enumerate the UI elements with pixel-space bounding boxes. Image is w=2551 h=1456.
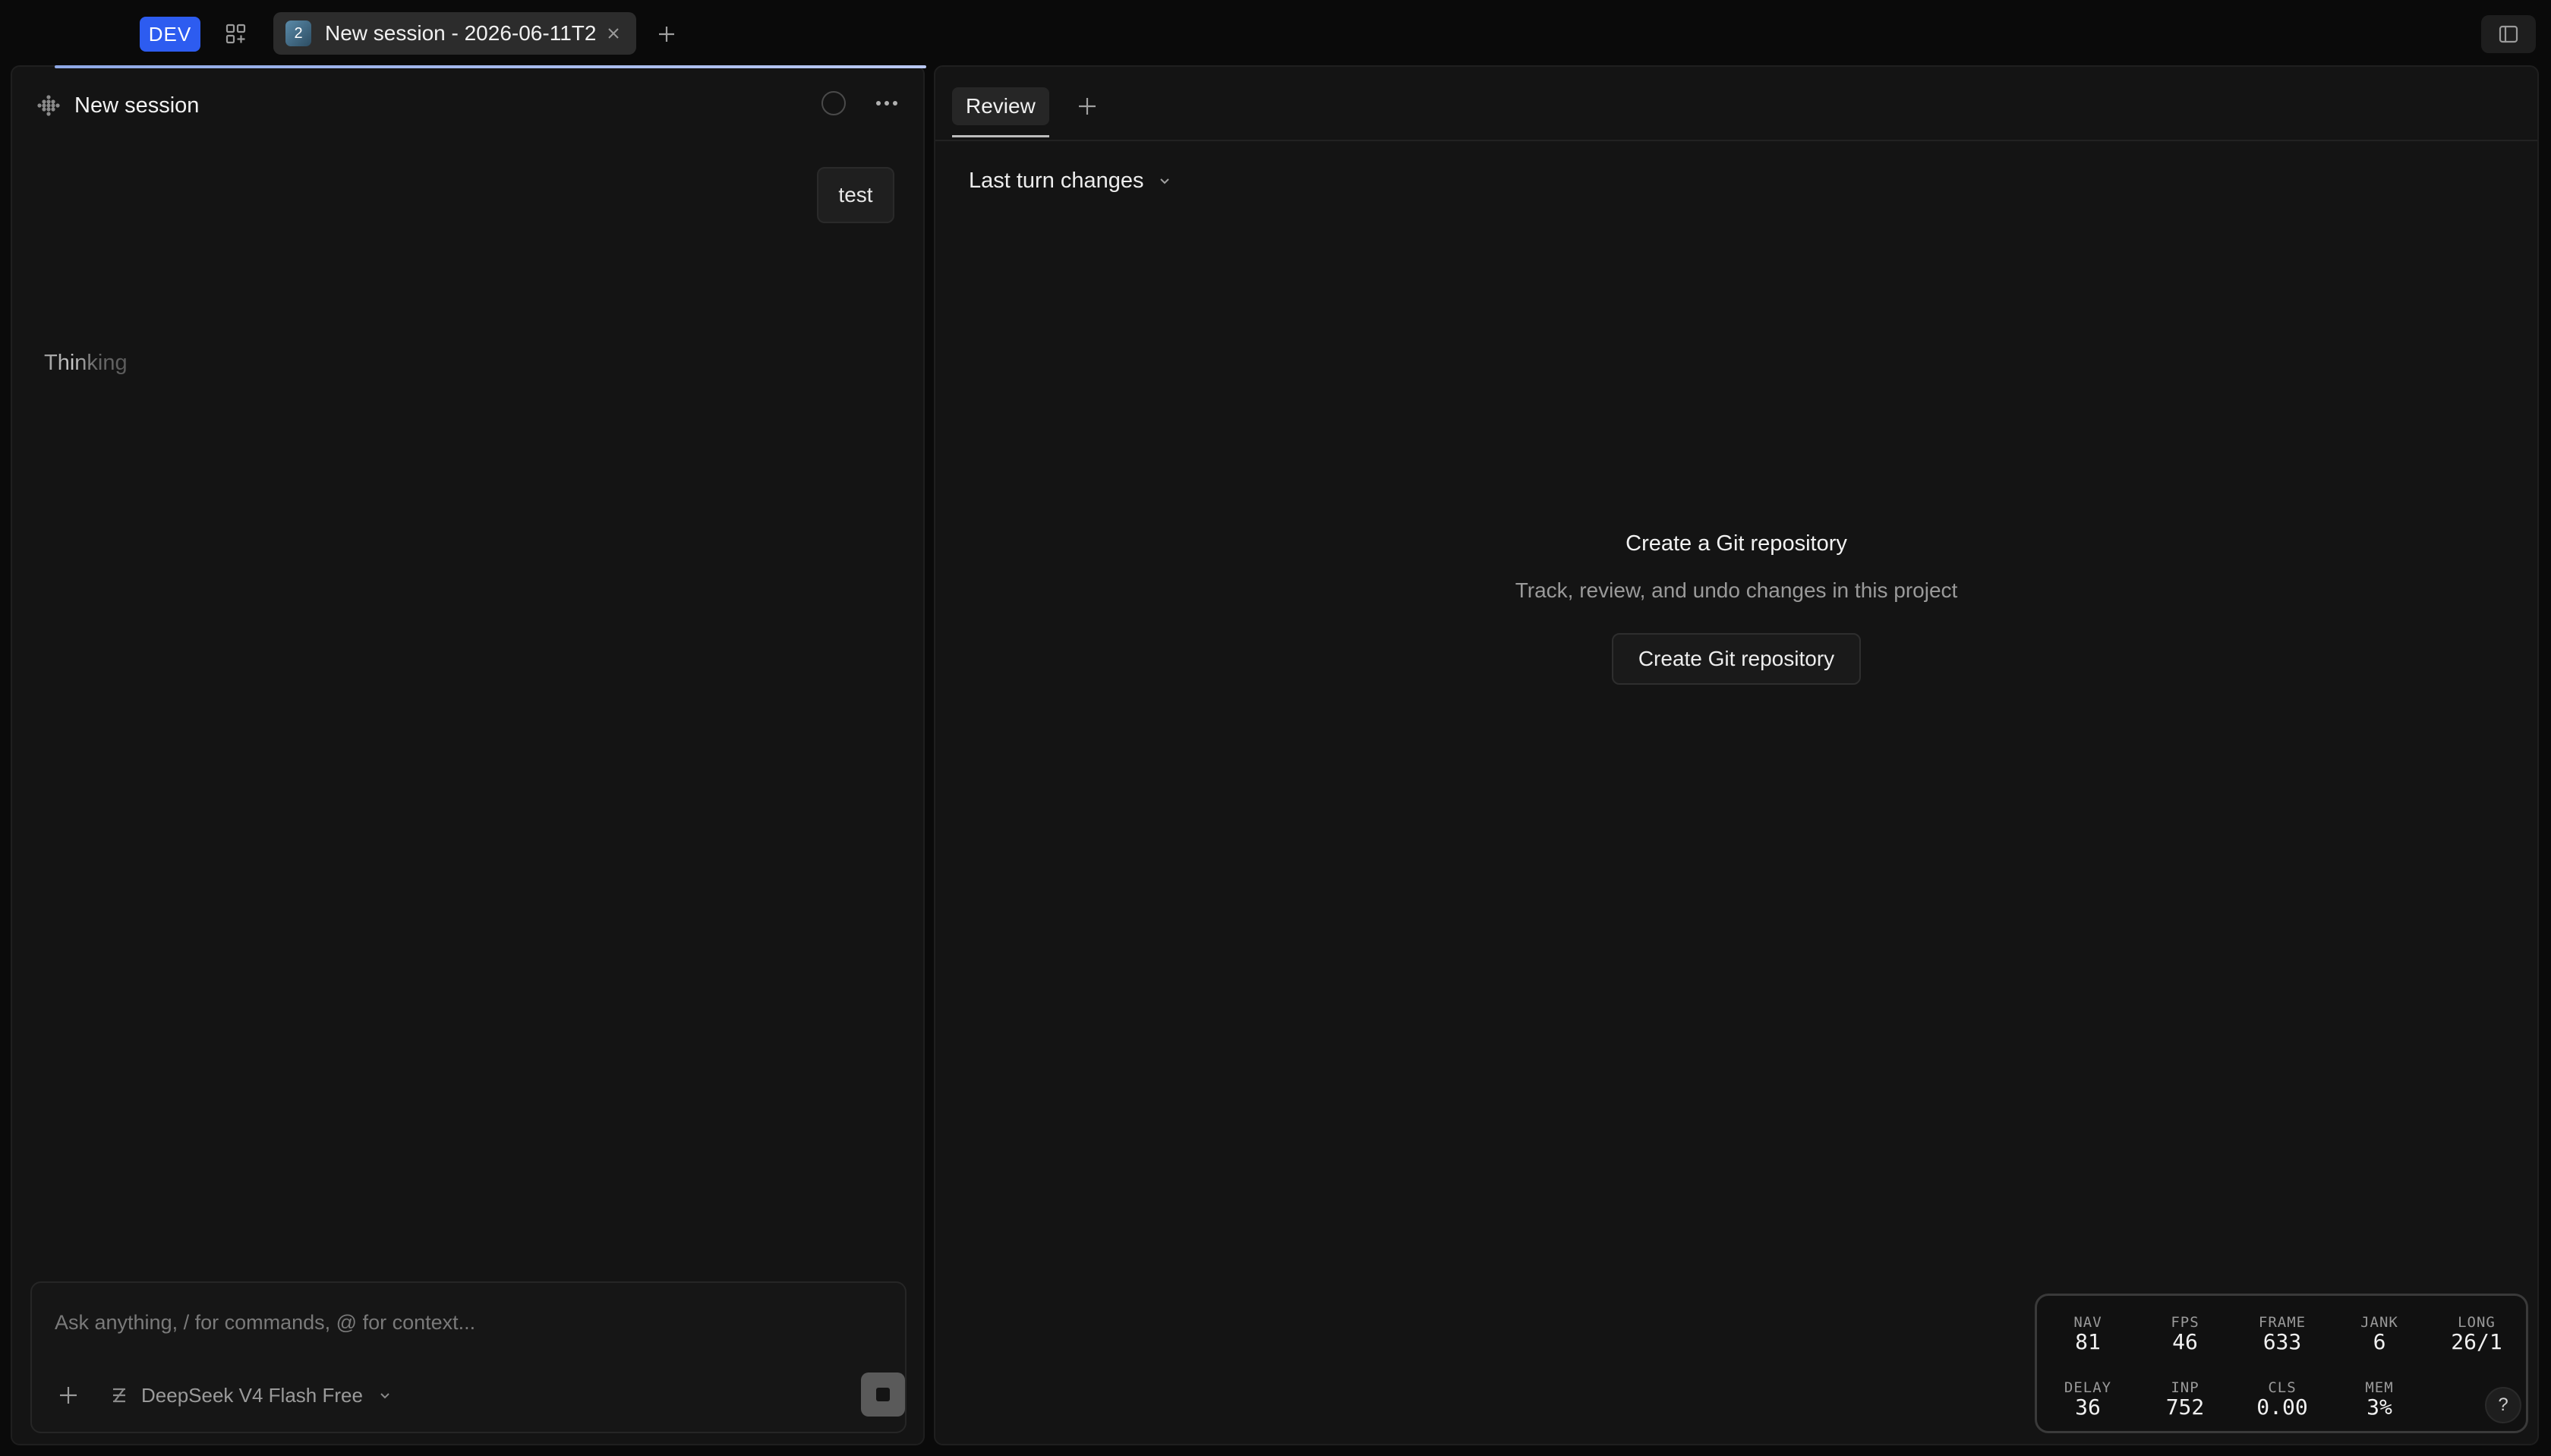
empty-state-description: Track, review, and undo changes in this …: [1515, 578, 1958, 602]
session-tab[interactable]: 2 New session - 2026-06-11T2: [273, 12, 636, 55]
sidebar-toggle-icon: [2499, 25, 2518, 43]
tab-label: New session - 2026-06-11T2: [325, 21, 595, 45]
perf-value: 3%: [2367, 1395, 2392, 1420]
help-button[interactable]: ?: [2485, 1387, 2521, 1423]
sidebar-toggle-button[interactable]: [2481, 15, 2536, 53]
review-panel: Review Last turn changes Create a Git re…: [934, 65, 2539, 1445]
empty-state: Create a Git repository Track, review, a…: [935, 527, 2537, 685]
top-bar: DEV 2 New session - 2026-06-11T2: [0, 0, 2551, 65]
tab-avatar: 2: [285, 20, 311, 46]
tab-close-button[interactable]: [603, 23, 624, 44]
loading-progress-bar: [55, 65, 926, 68]
stop-button[interactable]: [861, 1372, 905, 1417]
add-tab-button[interactable]: [1072, 91, 1102, 121]
perf-fps: FPS 46: [2143, 1314, 2227, 1354]
changes-selector[interactable]: Last turn changes: [969, 164, 1171, 197]
perf-value: 81: [2075, 1329, 2101, 1354]
perf-key: LONG: [2458, 1314, 2496, 1331]
review-tabs: Review: [952, 84, 1102, 129]
changes-selector-label: Last turn changes: [969, 168, 1144, 193]
tab-review[interactable]: Review: [952, 87, 1049, 125]
session-title: New session: [74, 93, 200, 118]
thinking-indicator: Thinking: [44, 351, 128, 375]
model-logo-icon: [108, 1384, 131, 1407]
env-badge: DEV: [140, 17, 200, 52]
more-options-button[interactable]: [870, 90, 903, 117]
model-selector[interactable]: DeepSeek V4 Flash Free: [108, 1380, 392, 1410]
stop-icon: [876, 1388, 890, 1401]
perf-key: JANK: [2360, 1314, 2398, 1331]
perf-delay: DELAY 36: [2046, 1379, 2130, 1419]
new-tab-button[interactable]: [651, 17, 682, 52]
plus-icon: [1078, 98, 1096, 115]
perf-key: NAV: [2073, 1314, 2102, 1331]
perf-key: CLS: [2268, 1379, 2297, 1396]
composer: DeepSeek V4 Flash Free: [30, 1281, 907, 1433]
close-icon: [608, 28, 619, 39]
attach-button[interactable]: [53, 1380, 84, 1410]
perf-value: 26/1: [2451, 1329, 2502, 1354]
perf-value: 36: [2075, 1395, 2101, 1420]
perf-value: 6: [2373, 1329, 2386, 1354]
chat-panel: New session test Thinking DeepSeek V4 Fl…: [11, 65, 926, 1445]
perf-key: FPS: [2171, 1314, 2199, 1331]
apps-add-icon: [225, 24, 246, 44]
perf-frame: FRAME 633: [2240, 1314, 2324, 1354]
model-label: DeepSeek V4 Flash Free: [141, 1383, 363, 1407]
tabs-divider: [935, 140, 2537, 141]
perf-overlay: NAV 81 FPS 46 FRAME 633 JANK 6 LONG 26/1…: [2035, 1294, 2528, 1433]
empty-state-title: Create a Git repository: [1626, 531, 1847, 556]
perf-value: 0.00: [2256, 1395, 2308, 1420]
prompt-input[interactable]: [55, 1307, 814, 1338]
more-horizontal-icon: [876, 101, 897, 106]
status-circle-icon[interactable]: [821, 91, 846, 115]
perf-long: LONG 26/1: [2435, 1314, 2518, 1354]
user-message-bubble: test: [817, 167, 894, 223]
chevron-down-icon: [1159, 178, 1169, 184]
perf-key: DELAY: [2064, 1379, 2112, 1396]
perf-nav: NAV 81: [2046, 1314, 2130, 1354]
perf-cls: CLS 0.00: [2240, 1379, 2324, 1419]
perf-inp: INP 752: [2143, 1379, 2227, 1419]
apps-button[interactable]: [219, 17, 254, 52]
active-tab-underline: [952, 135, 1049, 137]
perf-key: FRAME: [2258, 1314, 2307, 1331]
session-icon: [35, 92, 62, 119]
create-git-repository-button[interactable]: Create Git repository: [1612, 633, 1861, 685]
session-dots-icon: [37, 95, 60, 116]
perf-value: 633: [2262, 1329, 2302, 1354]
plus-icon: [659, 27, 674, 42]
perf-value: 752: [2165, 1395, 2205, 1420]
perf-mem: MEM 3%: [2338, 1379, 2421, 1419]
perf-key: MEM: [2365, 1379, 2394, 1396]
chevron-down-icon: [380, 1393, 389, 1399]
plus-icon: [60, 1387, 77, 1404]
perf-key: INP: [2171, 1379, 2199, 1396]
perf-value: 46: [2172, 1329, 2198, 1354]
perf-jank: JANK 6: [2338, 1314, 2421, 1354]
session-header: New session: [35, 87, 908, 124]
